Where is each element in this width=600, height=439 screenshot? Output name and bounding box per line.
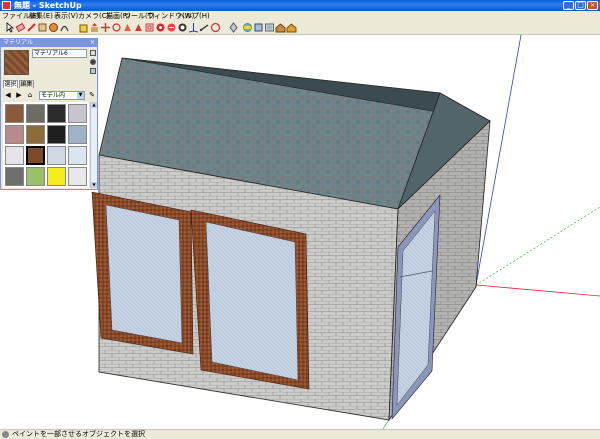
offset-icon[interactable]	[144, 22, 155, 33]
default-material-icon[interactable]	[90, 59, 96, 65]
orbit-icon[interactable]	[210, 22, 221, 33]
library-select[interactable]: モデル内 ▼	[39, 91, 85, 100]
position-camera-icon[interactable]	[286, 22, 297, 33]
arc-icon[interactable]	[59, 22, 70, 33]
scroll-up-icon[interactable]: ▲	[91, 102, 97, 108]
material-swatch[interactable]	[68, 125, 87, 144]
material-swatch[interactable]	[5, 167, 24, 186]
material-swatch-grid	[3, 102, 89, 188]
maximize-button[interactable]: □	[575, 1, 586, 10]
follow-me-icon[interactable]	[122, 22, 133, 33]
material-swatch[interactable]	[47, 146, 66, 165]
eraser-icon[interactable]	[15, 22, 26, 33]
green-axis-line	[475, 206, 600, 286]
scroll-down-icon[interactable]: ▼	[91, 182, 97, 188]
material-swatch[interactable]	[26, 167, 45, 186]
material-swatch[interactable]	[47, 167, 66, 186]
select-icon[interactable]	[4, 22, 15, 33]
tab-edit[interactable]: 編集	[19, 80, 34, 88]
material-name-field[interactable]: マテリアル6	[32, 49, 87, 58]
rectangle-icon[interactable]	[37, 22, 48, 33]
zoom-icon[interactable]	[242, 22, 253, 33]
sketchup-app-icon	[2, 1, 11, 10]
material-swatch[interactable]	[5, 146, 24, 165]
menu-help[interactable]: ヘルプ(H)	[178, 11, 210, 21]
circle-icon[interactable]	[48, 22, 59, 33]
create-material-icon[interactable]	[90, 50, 96, 56]
pencil-icon[interactable]	[26, 22, 37, 33]
material-swatch[interactable]	[68, 104, 87, 123]
left-window-glass[interactable]	[105, 204, 183, 344]
move-icon[interactable]	[100, 22, 111, 33]
previous-view-icon[interactable]	[264, 22, 275, 33]
minimize-button[interactable]: _	[563, 1, 574, 10]
material-preview-swatch	[4, 50, 29, 75]
zoom-extents-icon[interactable]	[253, 22, 264, 33]
materials-panel: マテリアル × マテリアル6 選択 編集 ◀ ▶ ⌂ モデル内 ▼ ✎ ▲ ▼	[0, 38, 98, 190]
pan-icon[interactable]	[228, 22, 239, 33]
main-toolbar	[0, 21, 600, 35]
tab-select[interactable]: 選択	[3, 80, 18, 88]
close-button[interactable]: ×	[587, 1, 598, 10]
protractor-icon[interactable]	[166, 22, 177, 33]
rotate-icon[interactable]	[111, 22, 122, 33]
panel-close-button[interactable]: ×	[89, 39, 96, 46]
menu-bar: ファイル(F) 編集(E) 表示(V) カメラ(C) 描画(R) ツール(T) …	[0, 11, 600, 21]
sample-paint-icon[interactable]	[90, 68, 96, 74]
material-swatch-selected[interactable]	[26, 146, 45, 165]
menu-camera[interactable]: カメラ(C)	[78, 11, 109, 21]
window-title: 無題 - SketchUp	[14, 1, 82, 10]
materials-panel-title: マテリアル	[1, 39, 97, 47]
push-pull-icon[interactable]	[89, 22, 100, 33]
material-swatch[interactable]	[47, 125, 66, 144]
title-bar: 無題 - SketchUp _ □ ×	[0, 0, 600, 11]
paint-bucket-icon[interactable]	[78, 22, 89, 33]
material-swatch[interactable]	[5, 125, 24, 144]
status-text: ペイントを一部させるオブジェクトを選択	[12, 430, 145, 438]
material-swatch[interactable]	[26, 125, 45, 144]
material-swatch[interactable]	[68, 167, 87, 186]
chevron-down-icon[interactable]: ▼	[77, 92, 84, 99]
tape-measure-icon[interactable]	[155, 22, 166, 33]
material-swatch[interactable]	[68, 146, 87, 165]
material-swatch[interactable]	[5, 104, 24, 123]
status-info-icon	[2, 431, 9, 438]
next-view-icon[interactable]	[275, 22, 286, 33]
eyedropper-icon[interactable]: ✎	[88, 91, 96, 99]
back-arrow-icon[interactable]: ◀	[4, 91, 12, 99]
library-select-value: モデル内	[41, 92, 66, 99]
scale-icon[interactable]	[133, 22, 144, 33]
menu-view[interactable]: 表示(V)	[54, 11, 78, 21]
swatch-scrollbar[interactable]: ▲ ▼	[90, 102, 97, 188]
status-bar: ペイントを一部させるオブジェクトを選択	[0, 429, 600, 439]
forward-arrow-icon[interactable]: ▶	[15, 91, 23, 99]
axes-icon[interactable]	[188, 22, 199, 33]
text-icon[interactable]	[177, 22, 188, 33]
material-swatch[interactable]	[47, 104, 66, 123]
right-window-glass[interactable]	[205, 221, 299, 381]
home-icon[interactable]: ⌂	[26, 91, 34, 99]
red-axis-line	[475, 284, 600, 297]
dimension-icon[interactable]	[199, 22, 210, 33]
material-swatch[interactable]	[26, 104, 45, 123]
menu-edit[interactable]: 編集(E)	[29, 11, 53, 21]
